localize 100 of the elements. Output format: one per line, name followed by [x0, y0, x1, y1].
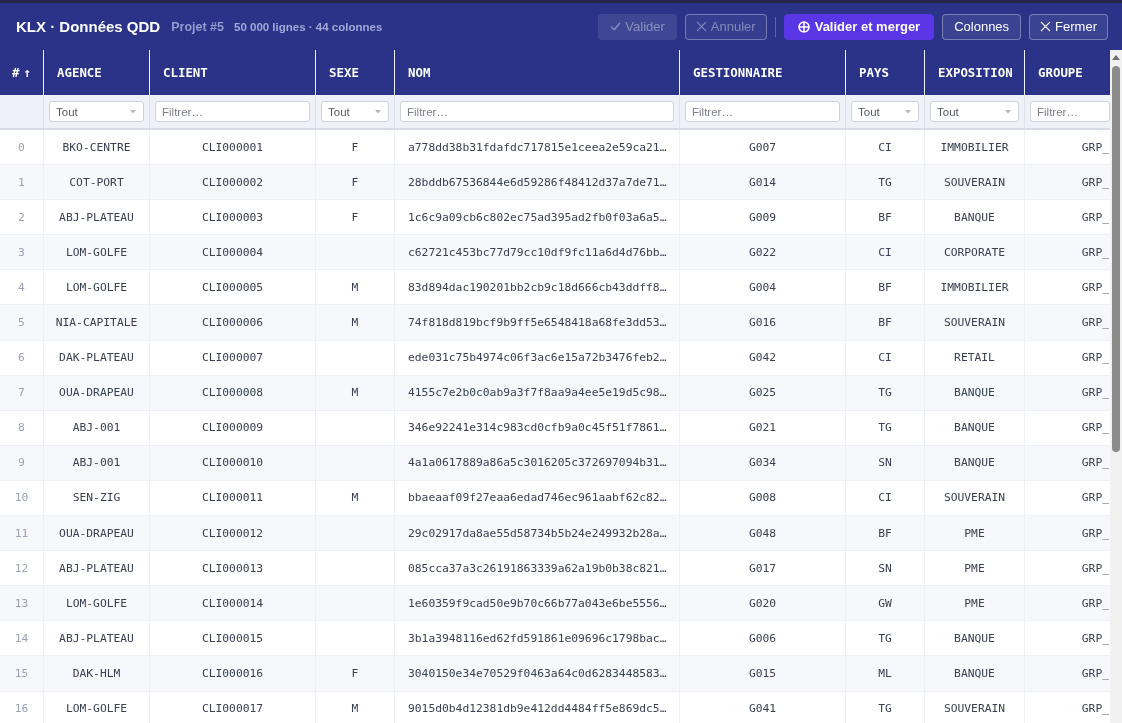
table-cell: a778dd38b31fdafdc717815e1ceea2e59ca21…: [394, 130, 679, 165]
table-cell: G017: [679, 551, 845, 586]
table-cell: BF: [845, 270, 924, 305]
filter-dropdown[interactable]: Tout: [321, 101, 389, 122]
table-cell: SN: [845, 445, 924, 480]
row-number: 11: [13, 525, 30, 542]
table-cell: M: [315, 270, 394, 305]
check-icon: [610, 21, 622, 32]
filter-input[interactable]: Filtrer…: [400, 101, 674, 122]
table-cell: TG: [845, 691, 924, 723]
table-cell: LOM-GOLFE: [43, 270, 149, 305]
caret-icon: [130, 109, 136, 114]
table-cell: SEN-ZIG: [43, 480, 149, 516]
table-cell: F: [315, 656, 394, 691]
table-cell: BF: [845, 516, 924, 551]
row-number: 12: [13, 560, 30, 577]
filter-input[interactable]: Filtrer…: [1030, 101, 1110, 122]
table-cell: SOUVERAIN: [924, 165, 1024, 200]
row-number: 10: [13, 490, 30, 507]
table-cell: 28bddb67536844e6d59286f48412d37a7de71…: [394, 165, 679, 200]
table-cell: SOUVERAIN: [924, 480, 1024, 516]
close-button[interactable]: Fermer: [1029, 13, 1108, 40]
table-cell: CLI000015: [149, 621, 315, 656]
table-cell: 83d894dac190201bb2cb9c18d666cb43ddff8…: [394, 270, 679, 305]
close-icon: [695, 21, 707, 32]
toolbar-button[interactable]: Colonnes: [942, 13, 1022, 40]
row-number: 1: [17, 174, 26, 191]
row-number: 15: [13, 665, 30, 682]
table-cell: G004: [679, 270, 845, 305]
table-cell: G022: [679, 235, 845, 270]
table-cell: CLI000005: [149, 270, 315, 305]
table-cell: CLI000002: [149, 165, 315, 200]
table-cell: 1c6c9a09cb6c802ec75ad395ad2fb0f03a6a5…: [394, 200, 679, 235]
table-cell: 085cca37a3c26191863339a62a19b0b38c821…: [394, 551, 679, 586]
table-cell: OUA-DRAPEAU: [43, 516, 149, 551]
table-cell: 4a1a0617889a86a5c3016205c372697094b31…: [394, 445, 679, 480]
table-cell: G021: [679, 410, 845, 445]
table-cell: G009: [679, 200, 845, 235]
table-cell: BANQUE: [924, 200, 1024, 235]
table-cell: G034: [679, 445, 845, 480]
table-cell: CLI000006: [149, 305, 315, 340]
table-cell: G042: [679, 340, 845, 375]
table-cell: IMMOBILIER: [924, 130, 1024, 165]
table-cell: LOM-GOLFE: [43, 691, 149, 723]
table-cell: CI: [845, 340, 924, 375]
filter-input[interactable]: Filtrer…: [685, 101, 840, 122]
table-cell: G006: [679, 621, 845, 656]
table-cell: BANQUE: [924, 656, 1024, 691]
table-cell: LOM-GOLFE: [43, 235, 149, 270]
table-cell: 74f818d819bcf9b9ff5e6548418a68fe3dd53…: [394, 305, 679, 340]
row-number: 2: [17, 209, 26, 226]
table-cell: G041: [679, 691, 845, 723]
row-number: 5: [17, 315, 26, 331]
table-cell: CLI000013: [149, 551, 315, 586]
table-cell: TG: [845, 621, 924, 656]
table-cell: TG: [845, 165, 924, 200]
table-cell: M: [315, 375, 394, 410]
table-cell: G007: [679, 130, 845, 165]
dataset-stats: 50 000 lignes · 44 colonnes: [234, 20, 383, 33]
table-cell: BANQUE: [924, 410, 1024, 445]
table-cell: IMMOBILIER: [924, 270, 1024, 305]
table-cell: bbaeaaf09f27eaa6edad746ec961aabf62c82…: [394, 480, 679, 516]
table-cell: LOM-GOLFE: [43, 586, 149, 621]
app-title: KLX · Données QDD: [16, 18, 161, 35]
table-cell: G014: [679, 165, 845, 200]
caret-icon: [375, 109, 381, 114]
table-cell: M: [315, 480, 394, 516]
table-cell: SOUVERAIN: [924, 305, 1024, 340]
table-cell: 346e92241e314c983cd0cfb9a0c45f51f7861…: [394, 410, 679, 445]
row-number: 13: [13, 595, 30, 612]
table-cell: CORPORATE: [924, 235, 1024, 270]
filter-input[interactable]: Filtrer…: [155, 101, 310, 122]
table-cell: SOUVERAIN: [924, 691, 1024, 723]
table-cell: CI: [845, 480, 924, 516]
table-cell: G008: [679, 480, 845, 516]
table-cell: COT-PORT: [43, 165, 149, 200]
table-cell: 4155c7e2b0c0ab9a3f7f8aa9a4ee5e19d5c98…: [394, 375, 679, 410]
merge-button[interactable]: Valider et merger: [783, 13, 935, 40]
table-cell: NIA-CAPITALE: [43, 305, 149, 340]
filter-dropdown[interactable]: Tout: [851, 101, 919, 122]
table-cell: G020: [679, 586, 845, 621]
close-icon: [1040, 21, 1052, 32]
scroll-up-arrow-icon[interactable]: [1112, 55, 1120, 60]
table-cell: ede031c75b4974c06f3ac6e15a72b3476feb2…: [394, 340, 679, 375]
table-cell: TG: [845, 375, 924, 410]
table-cell: BF: [845, 305, 924, 340]
filter-dropdown[interactable]: Tout: [49, 101, 144, 122]
table-cell: OUA-DRAPEAU: [43, 375, 149, 410]
table-cell: ABJ-PLATEAU: [43, 200, 149, 235]
row-number: 3: [17, 244, 26, 261]
table-cell: ABJ-001: [43, 445, 149, 480]
table-cell: CLI000003: [149, 200, 315, 235]
table-cell: 1e60359f9cad50e9b70c66b77a043e6be5556…: [394, 586, 679, 621]
table-cell: CLI000007: [149, 340, 315, 375]
table-cell: GW: [845, 586, 924, 621]
column-header[interactable]: # ↑: [0, 50, 43, 95]
filter-dropdown[interactable]: Tout: [930, 101, 1019, 122]
scrollbar-thumb[interactable]: [1112, 66, 1120, 452]
table-cell: BKO-CENTRE: [43, 130, 149, 165]
table-cell: CLI000011: [149, 480, 315, 516]
